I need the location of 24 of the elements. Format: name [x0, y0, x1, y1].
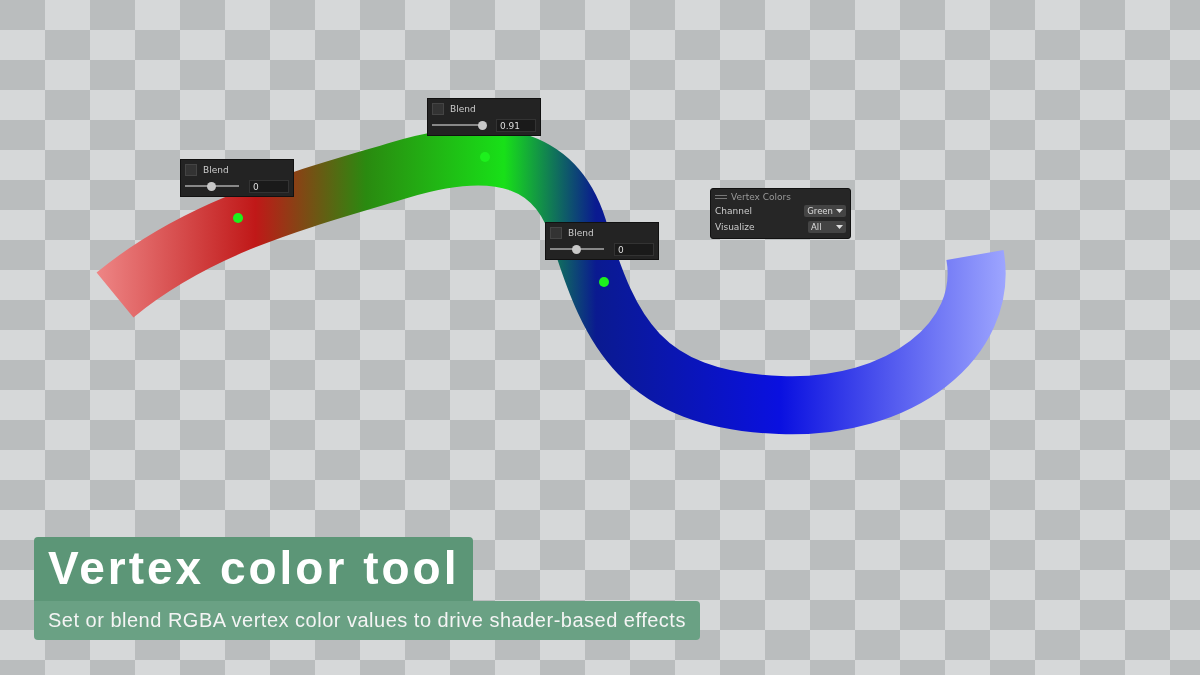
- drag-handle-icon[interactable]: [715, 194, 727, 200]
- overlay-title: Vertex Colors: [731, 192, 791, 202]
- caption-title: Vertex color tool: [34, 537, 474, 601]
- dropdown[interactable]: Green: [804, 205, 846, 217]
- blend-value-field[interactable]: 0.91: [496, 118, 536, 132]
- blend-label: Blend: [568, 227, 594, 238]
- blend-value-field[interactable]: 0: [249, 179, 289, 193]
- control-point[interactable]: [599, 277, 609, 287]
- slider-thumb[interactable]: [207, 181, 216, 191]
- caret-icon: [836, 209, 843, 213]
- blend-value-field[interactable]: 0: [614, 242, 654, 256]
- blend-checkbox[interactable]: [432, 102, 444, 115]
- caret-icon: [836, 225, 843, 229]
- slider-thumb[interactable]: [572, 244, 581, 254]
- field-label: Visualize: [715, 222, 755, 232]
- slider-thumb[interactable]: [478, 120, 488, 130]
- blend-checkbox[interactable]: [185, 163, 197, 176]
- field-label: Channel: [715, 206, 752, 216]
- dropdown[interactable]: All: [808, 221, 846, 233]
- blend-checkbox[interactable]: [550, 226, 562, 239]
- control-point[interactable]: [233, 213, 243, 223]
- caption-subtitle: Set or blend RGBA vertex color values to drive shader-based effects: [34, 601, 700, 640]
- blend-label: Blend: [450, 103, 476, 114]
- blend-label: Blend: [203, 164, 229, 175]
